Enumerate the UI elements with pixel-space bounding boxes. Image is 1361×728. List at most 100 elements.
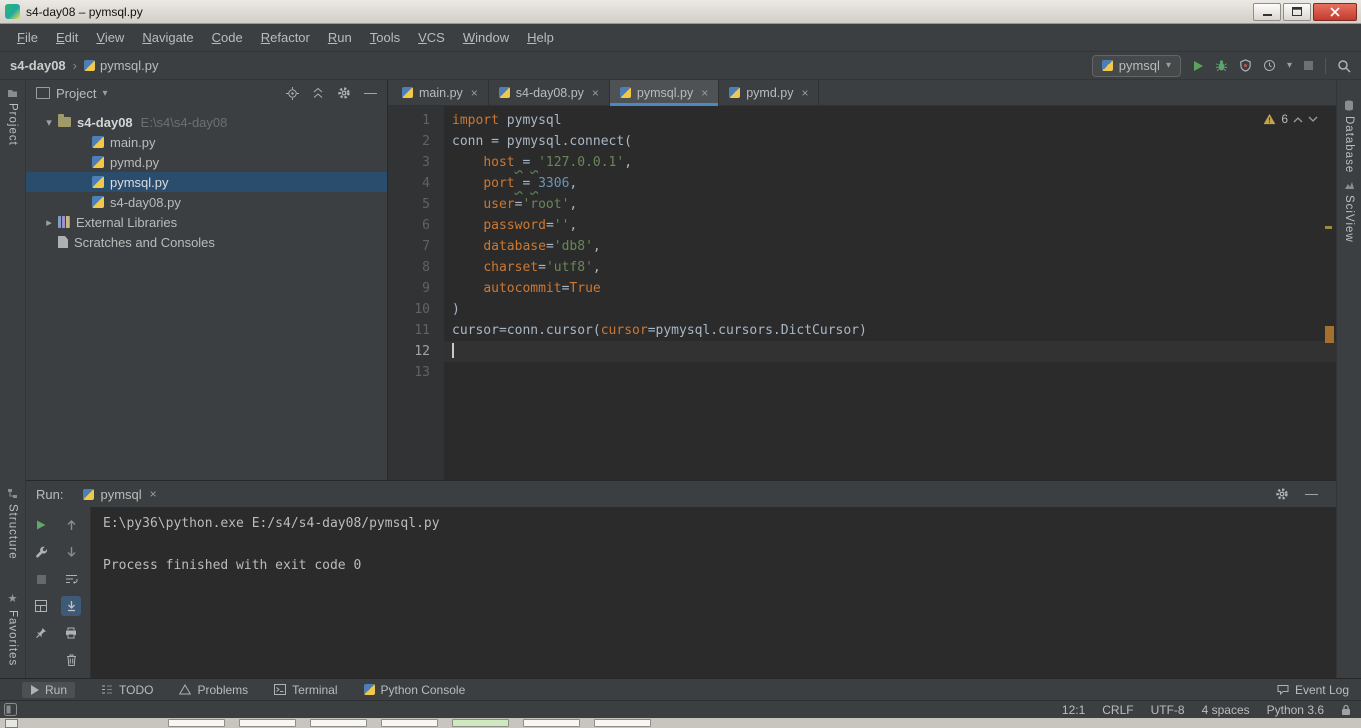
restore-layout-button[interactable] <box>31 596 51 616</box>
code-line-text[interactable]: host = '127.0.0.1', <box>444 152 1336 173</box>
breadcrumb-project[interactable]: s4-day08 <box>10 58 66 73</box>
tab-close-icon[interactable]: × <box>801 86 808 100</box>
tab-close-icon[interactable]: × <box>701 86 708 100</box>
tab-close-icon[interactable]: × <box>150 487 157 501</box>
scroll-to-end-button[interactable] <box>61 596 81 616</box>
menu-item-navigate[interactable]: Navigate <box>133 30 202 45</box>
stripe-button-sciview[interactable]: SciView <box>1337 180 1361 243</box>
toolwindow-switcher-icon[interactable] <box>4 703 17 716</box>
settings-gear-icon[interactable] <box>1275 487 1289 501</box>
tree-item-external-libraries[interactable]: ▸ External Libraries <box>26 212 387 232</box>
stop-button[interactable] <box>31 569 51 589</box>
prev-occurrence-button[interactable] <box>61 515 81 535</box>
taskbar-button[interactable] <box>523 719 580 727</box>
tab-pymd-py[interactable]: pymd.py × <box>719 80 820 105</box>
settings-gear-icon[interactable] <box>337 86 351 100</box>
menu-item-window[interactable]: Window <box>454 30 518 45</box>
tree-item-scratches-and-consoles[interactable]: Scratches and Consoles <box>26 232 387 252</box>
stripe-button-database[interactable]: Database <box>1337 100 1361 173</box>
toolwindow-button-todo[interactable]: TODO <box>101 683 153 697</box>
clear-all-button[interactable] <box>61 650 81 670</box>
line-separator-widget[interactable]: CRLF <box>1102 703 1133 717</box>
hide-panel-button[interactable]: — <box>364 86 377 99</box>
run-configuration-combo[interactable]: pymsql ▾ <box>1091 54 1181 77</box>
tree-item-pymd-py[interactable]: pymd.py <box>26 152 387 172</box>
indent-widget[interactable]: 4 spaces <box>1202 703 1250 717</box>
code-line-text[interactable]: conn = pymysql.connect( <box>444 131 1336 152</box>
code-line-text[interactable]: import pymysql <box>444 110 1336 131</box>
taskbar-button[interactable] <box>381 719 438 727</box>
search-everywhere-button[interactable] <box>1337 59 1351 73</box>
code-line-text[interactable] <box>444 341 1336 362</box>
taskbar-button[interactable] <box>452 719 509 727</box>
caret-position-widget[interactable]: 12:1 <box>1062 703 1085 717</box>
stop-button[interactable] <box>1303 60 1314 71</box>
taskbar-quicklaunch-icon[interactable] <box>5 718 18 728</box>
profiler-chevron-icon[interactable]: ▾ <box>1287 60 1292 71</box>
project-panel-title[interactable]: Project ▾ <box>36 86 108 101</box>
locate-file-button[interactable] <box>286 86 299 100</box>
console-output[interactable]: E:\py36\python.exe E:/s4/s4-day08/pymsql… <box>90 507 1336 678</box>
stripe-button-favorites[interactable]: ★ Favorites <box>0 592 25 666</box>
prev-issue-chevron[interactable] <box>1293 116 1303 123</box>
hide-panel-button[interactable]: — <box>1305 487 1318 500</box>
code-line-text[interactable] <box>444 362 1336 383</box>
taskbar-button[interactable] <box>594 719 651 727</box>
menu-item-run[interactable]: Run <box>319 30 361 45</box>
tab-close-icon[interactable]: × <box>592 86 599 100</box>
close-button[interactable] <box>1313 2 1357 21</box>
run-console-tab[interactable]: pymsql × <box>75 481 164 507</box>
menu-item-edit[interactable]: Edit <box>47 30 87 45</box>
tree-item-main-py[interactable]: main.py <box>26 132 387 152</box>
next-occurrence-button[interactable] <box>61 542 81 562</box>
toolwindow-button-run[interactable]: Run <box>22 681 76 698</box>
soft-wrap-button[interactable] <box>61 569 81 589</box>
menu-item-vcs[interactable]: VCS <box>409 30 454 45</box>
menu-item-view[interactable]: View <box>87 30 133 45</box>
taskbar-button[interactable] <box>310 719 367 727</box>
encoding-widget[interactable]: UTF-8 <box>1151 703 1185 717</box>
toolwindow-button-problems[interactable]: Problems <box>179 683 248 697</box>
toolwindow-button-python-console[interactable]: Python Console <box>363 683 465 697</box>
menu-item-file[interactable]: File <box>8 30 47 45</box>
menu-item-refactor[interactable]: Refactor <box>252 30 319 45</box>
code-line-text[interactable]: user='root', <box>444 194 1336 215</box>
breadcrumb-file[interactable]: pymsql.py <box>84 58 159 73</box>
interpreter-widget[interactable]: Python 3.6 <box>1267 703 1324 717</box>
edit-configurations-button[interactable] <box>31 542 51 562</box>
code-line-text[interactable]: cursor=conn.cursor(cursor=pymysql.cursor… <box>444 320 1336 341</box>
debug-button[interactable] <box>1215 59 1228 72</box>
tab-main-py[interactable]: main.py × <box>392 80 489 105</box>
tree-item-pymsql-py[interactable]: pymsql.py <box>26 172 387 192</box>
taskbar-button[interactable] <box>239 719 296 727</box>
code-line-text[interactable]: charset='utf8', <box>444 257 1336 278</box>
tab-close-icon[interactable]: × <box>471 86 478 100</box>
code-line-text[interactable]: database='db8', <box>444 236 1336 257</box>
profiler-button[interactable] <box>1263 59 1276 72</box>
pin-tab-button[interactable] <box>31 623 51 643</box>
menu-item-code[interactable]: Code <box>203 30 252 45</box>
scrollbar-thumb[interactable] <box>1325 326 1334 343</box>
collapse-all-button[interactable] <box>312 87 324 99</box>
stripe-button-project[interactable]: Project <box>0 88 25 146</box>
minimize-button[interactable] <box>1253 2 1281 21</box>
menu-item-tools[interactable]: Tools <box>361 30 409 45</box>
coverage-button[interactable] <box>1239 59 1252 72</box>
tab-pymsql-py[interactable]: pymsql.py × <box>609 80 720 106</box>
code-editor[interactable]: 1 import pymysql 2 conn = pymysql.connect(3… <box>388 106 1336 480</box>
code-line-text[interactable]: port = 3306, <box>444 173 1336 194</box>
maximize-button[interactable] <box>1283 2 1311 21</box>
taskbar-button[interactable] <box>168 719 225 727</box>
menu-item-help[interactable]: Help <box>518 30 563 45</box>
tree-collapse-icon[interactable]: ▾ <box>42 116 56 129</box>
print-button[interactable] <box>61 623 81 643</box>
rerun-button[interactable] <box>31 515 51 535</box>
tree-expand-icon[interactable]: ▸ <box>42 216 56 229</box>
code-line-text[interactable]: autocommit=True <box>444 278 1336 299</box>
code-line-text[interactable]: ) <box>444 299 1336 320</box>
code-line-text[interactable]: password='', <box>444 215 1336 236</box>
event-log-button[interactable]: Event Log <box>1277 683 1349 697</box>
tab-s4-day08-py[interactable]: s4-day08.py × <box>488 80 610 105</box>
toolwindow-button-terminal[interactable]: Terminal <box>274 683 338 697</box>
run-button[interactable] <box>1192 60 1204 72</box>
